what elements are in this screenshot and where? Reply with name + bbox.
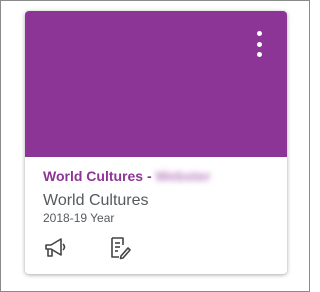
window-frame: World Cultures - Webster World Cultures … — [0, 0, 310, 292]
course-card-header[interactable]: World Cultures - Webster — [43, 168, 211, 184]
course-card-header-title: World Cultures - — [43, 168, 156, 184]
course-card[interactable]: World Cultures - Webster World Cultures … — [25, 11, 287, 274]
course-card-term: 2018-19 Year — [43, 211, 115, 225]
more-vertical-icon[interactable] — [253, 31, 265, 57]
course-card-actions — [43, 235, 133, 261]
course-card-color-banner[interactable] — [25, 11, 287, 157]
course-card-course-name: World Cultures — [43, 192, 149, 209]
announcements-icon[interactable] — [43, 235, 69, 261]
assignments-icon[interactable] — [107, 235, 133, 261]
course-card-header-obscured: Webster — [155, 168, 211, 184]
